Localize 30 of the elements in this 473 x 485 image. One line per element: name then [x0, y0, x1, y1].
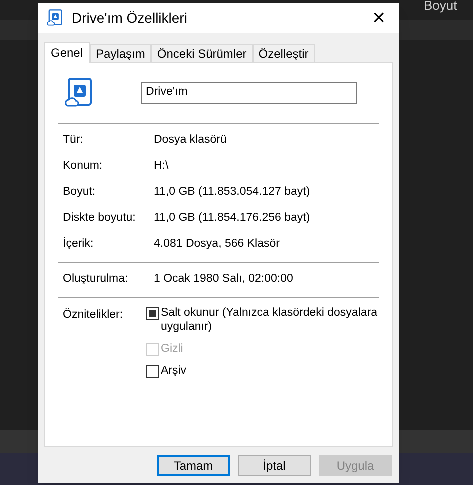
checkbox-label: Gizli — [161, 342, 184, 356]
tab[interactable]: Önceki Sürümler — [151, 44, 253, 62]
close-button[interactable]: × — [359, 3, 399, 33]
property-label: Oluşturulma: — [63, 272, 130, 288]
property-label: Tür: — [63, 133, 84, 148]
checkbox-label: Salt okunur (Yalnızca klasördeki dosyalara uygulanır) — [161, 306, 378, 334]
tab[interactable]: Özelleştir — [252, 44, 315, 62]
dialog-button[interactable]: İptal — [238, 455, 311, 476]
tab[interactable]: Genel — [44, 42, 90, 63]
property-value: 11,0 GB (11.854.176.256 bayt) — [154, 211, 310, 226]
checkbox[interactable] — [146, 365, 159, 378]
property-value: 11,0 GB (11.853.054.127 bayt) — [154, 185, 310, 200]
property-label: Konum: — [63, 159, 104, 174]
checkbox-label: Arşiv — [161, 364, 188, 378]
column-header[interactable]: Boyut — [424, 0, 458, 16]
tab[interactable]: Paylaşım — [90, 44, 152, 62]
property-value: Dosya klasörü — [154, 133, 227, 148]
name-field[interactable]: Drive'ım — [141, 82, 357, 104]
cloud-drive-icon — [46, 9, 64, 27]
cloud-drive-icon — [63, 77, 95, 109]
property-label: İçerik: — [63, 236, 95, 252]
property-label: Diskte boyutu: — [63, 211, 137, 226]
property-value: 4.081 Dosya, 566 Klasör — [154, 237, 280, 252]
window-title: Drive'ım Özellikleri — [72, 8, 188, 28]
property-value: H:\ — [154, 159, 169, 174]
property-label: Öznitelikler: — [63, 307, 124, 323]
property-value: 1 Ocak 1980 Salı, 02:00:00 — [154, 272, 294, 288]
checkbox[interactable] — [146, 307, 159, 320]
dialog-button[interactable]: Tamam — [157, 455, 230, 476]
property-label: Boyut: — [63, 185, 97, 200]
